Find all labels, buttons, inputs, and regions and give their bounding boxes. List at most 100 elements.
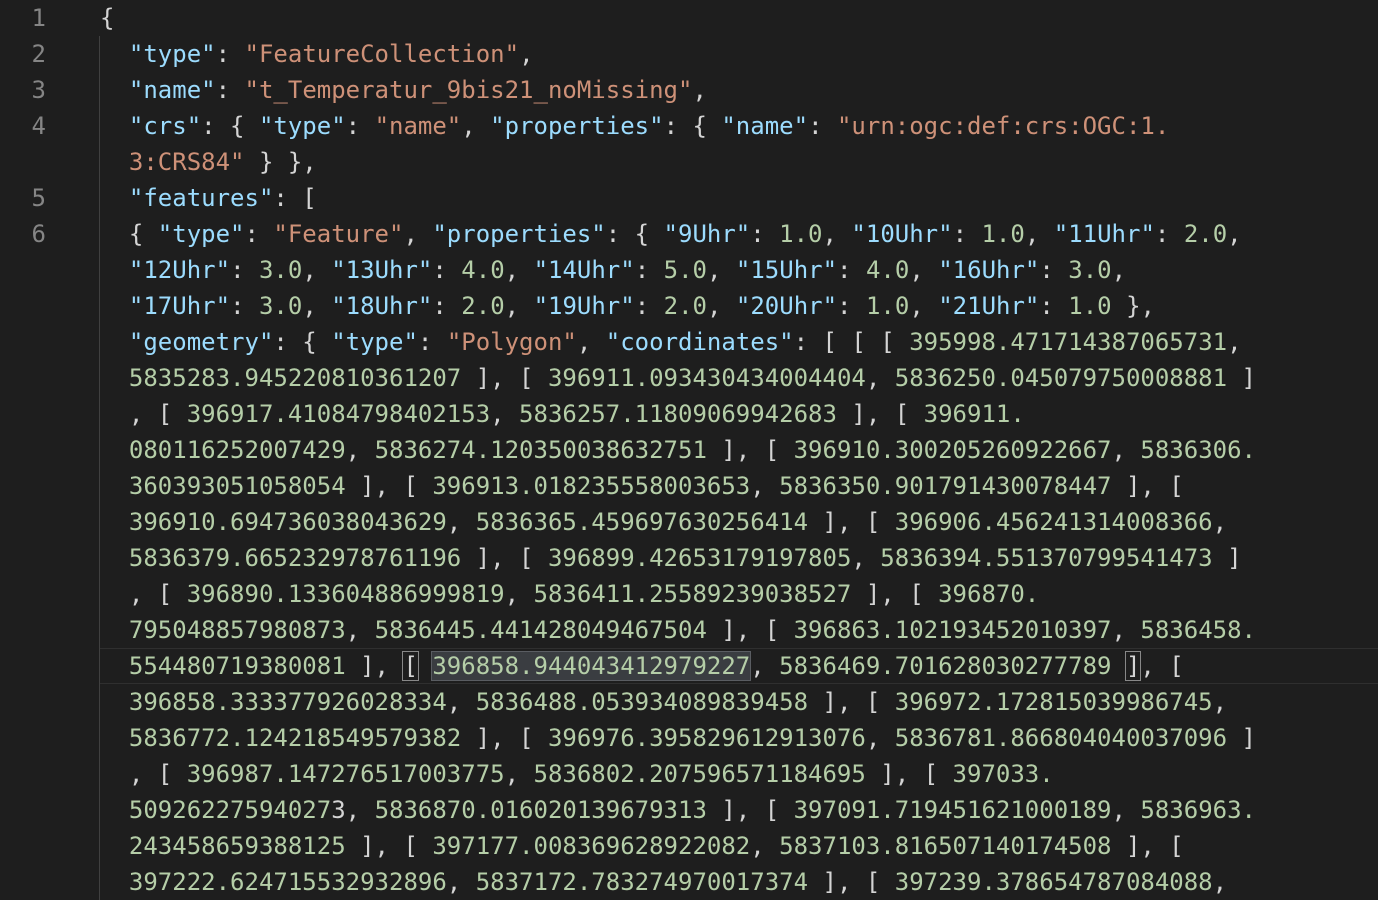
json-number: 396911. [923,400,1025,428]
json-punctuation [100,508,129,536]
json-punctuation [100,796,129,824]
json-string: "urn:ogc:def:crs:OGC:1. [836,112,1170,140]
json-punctuation [100,544,129,572]
code-line[interactable]: , [ 396917.41084798402153, 5836257.11809… [100,396,1025,432]
code-line[interactable]: 243458659388125 ], [ 397177.008369628922… [100,828,1184,864]
json-punctuation [100,112,129,140]
json-number: 1.0 [1068,292,1112,320]
json-punctuation: : [432,292,462,320]
json-number: 1.0 [981,220,1025,248]
json-punctuation [100,868,129,896]
code-line[interactable]: 554480719380081 ], [ 396858.944043412979… [100,648,1184,684]
json-key: "9Uhr" [663,220,751,248]
json-number: 50926227594027 [128,796,332,824]
json-key: "14Uhr" [533,256,635,284]
json-punctuation [418,652,432,680]
json-number: 2.0 [663,292,707,320]
json-number: 5836772.124218549579382 [128,724,462,752]
json-punctuation: ], [ [461,724,548,752]
code-line[interactable]: 080116252007429, 5836274.120350038632751… [100,432,1256,468]
code-line[interactable]: 3:CRS84" } }, [100,144,317,180]
json-punctuation: , [ [100,760,187,788]
code-line[interactable]: "name": "t_Temperatur_9bis21_noMissing", [100,72,707,108]
json-punctuation: : [750,220,780,248]
json-punctuation: }, [1111,292,1155,320]
json-key: "properties" [432,220,606,248]
json-number: 396917.41084798402153 [186,400,491,428]
json-punctuation [100,616,129,644]
json-punctuation: [ [402,651,419,681]
json-number: 396910.694736038043629 [128,508,447,536]
json-number: 396870. [938,580,1040,608]
code-line[interactable]: 396858.333377926028334, 5836488.05393408… [100,684,1227,720]
code-line[interactable]: { [100,0,114,36]
code-line[interactable]: 5836379.665232978761196 ], [ 396899.4265… [100,540,1242,576]
json-punctuation: ], [ [706,616,794,644]
json-number: 396890.133604886999819 [186,580,505,608]
code-line[interactable]: "crs": { "type": "name", "properties": {… [100,108,1169,144]
json-punctuation: , [490,400,520,428]
json-number: 4.0 [865,256,910,284]
json-number: 396858.944043412979227 [431,651,752,681]
code-line[interactable]: "features": [ [100,180,317,216]
code-text-area[interactable]: { "type": "FeatureCollection", "name": "… [0,0,1378,900]
code-line[interactable]: 396910.694736038043629, 5836365.45969763… [100,504,1227,540]
code-line[interactable]: 397222.624715532932896, 5837172.78327497… [100,864,1227,900]
json-number: 2.0 [1183,220,1228,248]
json-number: 5836394.551370799541473 [880,544,1213,572]
json-number: 1.0 [779,220,823,248]
code-line[interactable]: "geometry": { "type": "Polygon", "coordi… [100,324,1242,360]
json-number: 3.0 [258,256,303,284]
json-punctuation: { [100,220,158,248]
json-key: "12Uhr" [128,256,231,284]
json-punctuation: : [837,292,866,320]
json-number: 795048857980873 [128,616,346,644]
code-line[interactable]: 360393051058054 ], [ 396913.018235558003… [100,468,1184,504]
json-punctuation [100,436,129,464]
json-number: 396987.147276517003775 [186,760,505,788]
json-punctuation: , [1212,508,1228,536]
code-line[interactable]: "type": "FeatureCollection", [100,36,534,72]
code-line[interactable]: "17Uhr": 3.0, "18Uhr": 2.0, "19Uhr": 2.0… [100,288,1155,324]
json-punctuation: , [ [1140,652,1184,680]
json-key: "20Uhr" [735,292,838,320]
code-line[interactable]: 5836772.124218549579382 ], [ 396976.3958… [100,720,1256,756]
code-line[interactable]: { "type": "Feature", "properties": { "9U… [100,216,1242,252]
code-line[interactable]: "12Uhr": 3.0, "13Uhr": 4.0, "14Uhr": 5.0… [100,252,1126,288]
json-number: 080116252007429 [128,436,346,464]
json-punctuation: , [519,40,534,68]
json-punctuation: : [345,112,375,140]
json-punctuation: : { [663,112,722,140]
json-punctuation: , [750,652,780,680]
json-punctuation: ], [ [808,688,895,716]
json-number: 397033. [952,760,1054,788]
json-punctuation: , [1227,220,1242,248]
json-punctuation: , [504,256,534,284]
code-line[interactable]: 795048857980873, 5836445.441428049467504… [100,612,1256,648]
json-punctuation: ], [345,652,404,680]
json-punctuation: , [1111,616,1141,644]
code-line[interactable]: , [ 396987.147276517003775, 5836802.2075… [100,756,1054,792]
json-punctuation [100,148,129,176]
json-number: 5836458. [1140,616,1256,644]
json-number: 396858.333377926028334 [128,688,447,716]
json-punctuation: , [ [100,580,187,608]
json-key: "15Uhr" [735,256,838,284]
code-line[interactable]: 509262275940273, 5836870.016020139679313… [100,792,1256,828]
json-punctuation: , [865,364,895,392]
json-punctuation: ], [ [706,436,794,464]
json-punctuation: , [1024,220,1054,248]
json-string: "t_Temperatur_9bis21_noMissing" [244,76,693,104]
json-number: 360393051058054 [128,472,346,500]
json-number: 395998.471714387065731 [909,328,1228,356]
code-editor[interactable]: 123456 { "type": "FeatureCollection", "n… [0,0,1378,900]
json-punctuation: , [302,292,332,320]
json-punctuation: , [446,688,476,716]
code-line[interactable]: 5835283.945220810361207 ], [ 396911.0934… [100,360,1256,396]
json-punctuation: : [634,292,664,320]
json-punctuation [100,76,129,104]
json-punctuation: ], [ [461,364,548,392]
code-line[interactable]: , [ 396890.133604886999819, 5836411.2558… [100,576,1039,612]
json-punctuation: : [432,256,462,284]
json-number: 5.0 [663,256,707,284]
